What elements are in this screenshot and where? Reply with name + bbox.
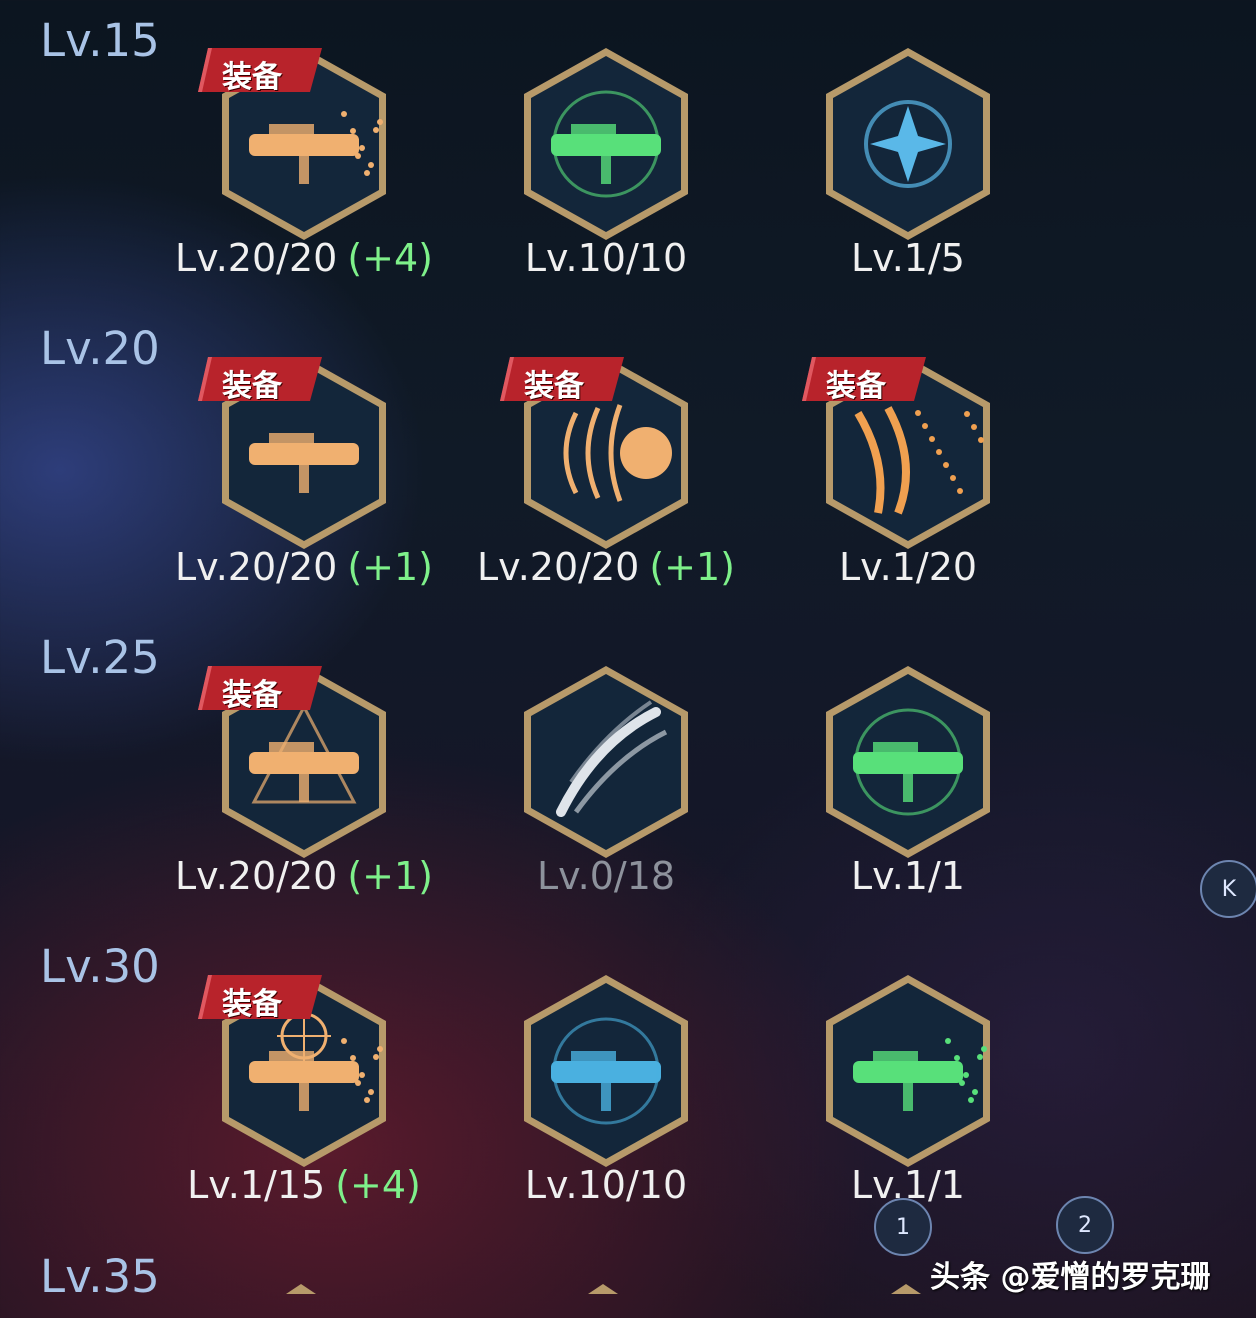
tier-label-30: Lv.30 xyxy=(40,940,160,993)
hex-tip-icon xyxy=(286,1279,316,1294)
skill-level-value: Lv.0/18 xyxy=(536,854,676,898)
skill-level: Lv.20/20 (+1) xyxy=(175,545,433,589)
tier-label-35: Lv.35 xyxy=(40,1250,160,1303)
skill-level: Lv.1/1 xyxy=(851,854,965,898)
skill-slot[interactable]: 装备 Lv.20/20 (+1) xyxy=(168,353,433,603)
tier-label-20: Lv.20 xyxy=(40,322,160,375)
skill-slot[interactable]: Lv.1/1 xyxy=(772,971,1012,1221)
skill-slot[interactable]: Lv.0/18 xyxy=(470,662,710,912)
skill-level-value: Lv.20/20 xyxy=(175,545,338,589)
skill-level-value: Lv.1/1 xyxy=(851,854,965,898)
equipped-label: 装备 xyxy=(524,369,584,404)
hex-tip-icon xyxy=(588,1279,618,1294)
page-1-button[interactable]: 1 xyxy=(874,1198,932,1256)
skill-level-bonus: (+1) xyxy=(347,545,433,589)
equipped-label: 装备 xyxy=(222,678,282,713)
skill-level-bonus: (+1) xyxy=(649,545,735,589)
skill-level-value: Lv.1/20 xyxy=(838,545,978,589)
skill-level-value: Lv.10/10 xyxy=(524,1163,688,1207)
skill-level-value: Lv.20/20 xyxy=(175,236,338,280)
skill-level: Lv.1/20 xyxy=(839,545,977,589)
skill-level: Lv.10/10 xyxy=(525,236,687,280)
green-turret-icon[interactable] xyxy=(516,44,696,244)
green-burst-gun-icon[interactable] xyxy=(818,971,998,1171)
skill-level-value: Lv.1/5 xyxy=(851,236,965,280)
equipped-label: 装备 xyxy=(826,369,886,404)
skill-slot[interactable]: Lv.10/10 xyxy=(470,44,710,294)
skill-level-value: Lv.20/20 xyxy=(175,854,338,898)
equipped-label: 装备 xyxy=(222,60,282,95)
skill-slot[interactable]: Lv.10/10 xyxy=(470,971,710,1221)
skill-level-value: Lv.1/15 xyxy=(187,1163,326,1207)
skill-slot[interactable]: 装备 Lv.1/20 xyxy=(772,353,1012,603)
skill-level: Lv.20/20 (+4) xyxy=(175,236,433,280)
skill-level: Lv.10/10 xyxy=(525,1163,687,1207)
equipped-badge: 装备 xyxy=(198,357,322,404)
equipped-badge: 装备 xyxy=(198,48,322,95)
blue-shark-icon[interactable] xyxy=(818,44,998,244)
skill-slot[interactable]: Lv.1/5 xyxy=(772,44,1012,294)
skill-level-bonus: (+4) xyxy=(335,1163,421,1207)
skill-slot[interactable]: 装备 Lv.20/20 (+1) xyxy=(168,662,433,912)
blue-turret-icon[interactable] xyxy=(516,971,696,1171)
equipped-badge: 装备 xyxy=(198,975,322,1022)
skill-level-bonus: (+1) xyxy=(347,854,433,898)
skill-level-value: Lv.20/20 xyxy=(477,545,640,589)
skill-slot[interactable]: 装备 Lv.20/20 (+1) xyxy=(470,353,735,603)
skill-slot[interactable]: Lv.1/1 xyxy=(772,662,1012,912)
page-2-button[interactable]: 2 xyxy=(1056,1196,1114,1254)
watermark: 头条 @爱憎的罗克珊 xyxy=(930,1260,1211,1295)
equipped-badge: 装备 xyxy=(500,357,624,404)
equipped-label: 装备 xyxy=(222,987,282,1022)
skill-slot[interactable]: 装备 Lv.1/15 (+4) xyxy=(168,971,421,1221)
skill-level: Lv.0/18 xyxy=(537,854,675,898)
skill-level: Lv.1/5 xyxy=(851,236,965,280)
skill-slot[interactable]: 装备 Lv.20/20 (+4) xyxy=(168,44,433,294)
skill-level: Lv.20/20 (+1) xyxy=(477,545,735,589)
slash-icon[interactable] xyxy=(516,662,696,862)
tier-label-25: Lv.25 xyxy=(40,631,160,684)
hex-tip-icon xyxy=(891,1279,921,1294)
skill-level-bonus: (+4) xyxy=(347,236,433,280)
equipped-label: 装备 xyxy=(222,369,282,404)
tier-label-15: Lv.15 xyxy=(40,14,160,67)
skill-level: Lv.1/15 (+4) xyxy=(187,1163,421,1207)
skill-level-value: Lv.10/10 xyxy=(524,236,688,280)
skill-level: Lv.20/20 (+1) xyxy=(175,854,433,898)
equipped-badge: 装备 xyxy=(802,357,926,404)
green-sparkle-turret-icon[interactable] xyxy=(818,662,998,862)
collapse-button[interactable]: K xyxy=(1200,860,1256,918)
equipped-badge: 装备 xyxy=(198,666,322,713)
